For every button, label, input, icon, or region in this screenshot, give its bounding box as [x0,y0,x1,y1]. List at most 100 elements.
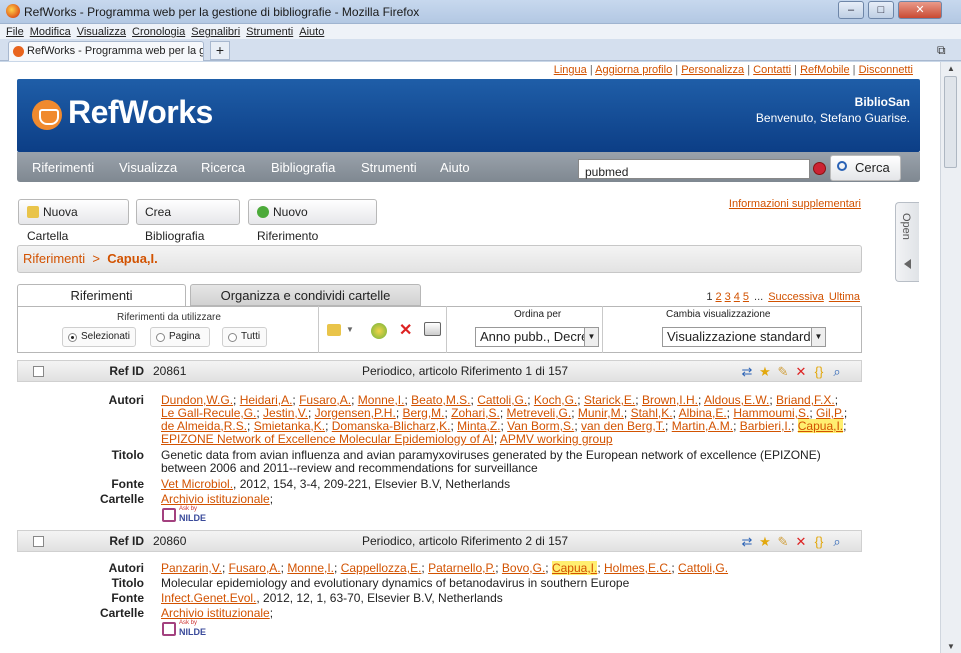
braces-icon[interactable]: {} [812,534,826,549]
search-icon[interactable]: ⌕ [830,364,844,379]
top-link[interactable]: Contatti [753,64,791,76]
maximize-button[interactable]: □ [868,1,894,19]
menu-item-visualizza[interactable]: Visualizza [77,25,126,40]
author-link[interactable]: Capua,I. [551,561,598,575]
quick-search-input[interactable]: pubmed [578,159,810,179]
record-checkbox[interactable] [33,366,44,377]
author-link[interactable]: Monne,I. [358,393,405,407]
delete-icon[interactable]: ✕ [794,534,808,549]
author-link[interactable]: de Almeida,R.S. [161,419,247,433]
author-link[interactable]: Aldous,E.W. [704,393,769,407]
links-icon[interactable]: ⇄ [740,364,754,379]
menu-item-strumenti[interactable]: Strumenti [246,25,293,40]
menu-item-modifica[interactable]: Modifica [30,25,71,40]
radio-all[interactable]: Tutti [222,327,267,347]
page-3[interactable]: 3 [725,291,731,303]
author-link[interactable]: Van Borm,S. [507,419,574,433]
author-link[interactable]: Panzarin,V. [161,561,222,575]
edit-icon[interactable]: ✎ [776,534,790,549]
author-link[interactable]: Beato,M.S. [411,393,470,407]
author-link[interactable]: Brown,I.H. [642,393,698,407]
author-link[interactable]: Munir,M. [578,406,624,420]
radio-page[interactable]: Pagina [150,327,210,347]
author-link[interactable]: Holmes,E.C. [604,561,671,575]
view-select[interactable]: Visualizzazione standard ▼ [662,327,826,347]
new-reference-button[interactable]: Nuovo Riferimento [248,199,377,243]
page-2[interactable]: 2 [716,291,722,303]
author-link[interactable]: Zohari,S. [451,406,500,420]
close-window-button[interactable]: ✕ [898,1,942,19]
browser-tab-refworks[interactable]: RefWorks - Programma web per la gesti... [8,41,204,61]
author-link[interactable]: Fusaro,A. [299,393,351,407]
nav-riferimenti[interactable]: Riferimenti [32,160,94,175]
search-icon[interactable]: ⌕ [830,534,844,549]
add-to-folder-icon[interactable] [327,324,341,336]
pager-next[interactable]: Successiva [768,291,824,303]
more-info-link[interactable]: Informazioni supplementari [729,198,861,210]
print-icon[interactable] [424,322,441,336]
star-icon[interactable]: ★ [758,534,772,549]
author-link[interactable]: Barbieri,I. [740,419,791,433]
author-link[interactable]: Starick,E. [584,393,635,407]
author-link[interactable]: Cattoli,G. [477,393,527,407]
author-link[interactable]: Hammoumi,S. [733,406,809,420]
delete-icon[interactable]: ✕ [399,320,412,340]
search-button[interactable]: Cerca [830,155,901,181]
ask-nilde-button[interactable]: Ask by NILDE [162,620,208,638]
tab-organize-folders[interactable]: Organizza e condividi cartelle [190,284,421,306]
page-4[interactable]: 4 [734,291,740,303]
author-link[interactable]: Cappellozza,E. [341,561,422,575]
nav-bibliografia[interactable]: Bibliografia [271,160,335,175]
author-link[interactable]: Fusaro,A. [229,561,281,575]
author-link[interactable]: Martin,A.M. [672,419,733,433]
open-side-panel[interactable]: Open [895,202,919,282]
author-link[interactable]: EPIZONE Network of Excellence Molecular … [161,432,494,446]
create-bibliography-button[interactable]: Crea Bibliografia [136,199,240,243]
author-link[interactable]: Cattoli,G. [678,561,728,575]
menu-item-file[interactable]: File [6,25,24,40]
author-link[interactable]: APMV working group [500,432,613,446]
author-link[interactable]: Stahl,K. [631,406,673,420]
edit-icon[interactable]: ✎ [776,364,790,379]
menu-item-aiuto[interactable]: Aiuto [299,25,324,40]
author-link[interactable]: Capua,I. [797,419,844,433]
source-link[interactable]: Infect.Genet.Evol. [161,591,256,605]
breadcrumb-root[interactable]: Riferimenti [23,251,85,266]
sort-select[interactable]: Anno pubb., Decre ▼ [475,327,599,347]
new-tab-button[interactable]: + [210,41,230,60]
author-link[interactable]: van den Berg,T. [581,419,665,433]
top-link[interactable]: Aggiorna profilo [595,64,672,76]
folder-link[interactable]: Archivio istituzionale [161,492,270,506]
author-link[interactable]: Jorgensen,P.H. [315,406,396,420]
clear-search-icon[interactable] [813,162,826,175]
author-link[interactable]: Jestin,V. [263,406,308,420]
scroll-up-icon[interactable]: ▲ [947,64,955,73]
delete-icon[interactable]: ✕ [794,364,808,379]
author-link[interactable]: Metreveli,G. [507,406,572,420]
new-folder-button[interactable]: Nuova Cartella [18,199,129,243]
author-link[interactable]: Gil,P. [816,406,844,420]
nav-ricerca[interactable]: Ricerca [201,160,245,175]
ask-nilde-button[interactable]: Ask by NILDE [162,506,208,524]
author-link[interactable]: Bovo,G. [502,561,545,575]
tab-references[interactable]: Riferimenti [17,284,186,307]
radio-selected[interactable]: Selezionati [62,327,136,347]
top-link[interactable]: Disconnetti [859,64,913,76]
nav-visualizza[interactable]: Visualizza [119,160,177,175]
author-link[interactable]: Berg,M. [402,406,444,420]
scroll-thumb[interactable] [944,76,957,168]
author-link[interactable]: Le Gall-Recule,G. [161,406,256,420]
top-link[interactable]: Lingua [554,64,587,76]
list-all-tabs-icon[interactable]: ⧉ [937,43,946,58]
author-link[interactable]: Albina,E. [679,406,727,420]
links-icon[interactable]: ⇄ [740,534,754,549]
author-link[interactable]: Briand,F.X. [776,393,835,407]
top-link[interactable]: RefMobile [800,64,850,76]
nav-strumenti[interactable]: Strumenti [361,160,417,175]
menu-item-cronologia[interactable]: Cronologia [132,25,185,40]
nav-aiuto[interactable]: Aiuto [440,160,470,175]
author-link[interactable]: Koch,G. [534,393,577,407]
author-link[interactable]: Smietanka,K. [254,419,325,433]
minimize-button[interactable]: – [838,1,864,19]
scroll-down-icon[interactable]: ▼ [947,642,955,651]
